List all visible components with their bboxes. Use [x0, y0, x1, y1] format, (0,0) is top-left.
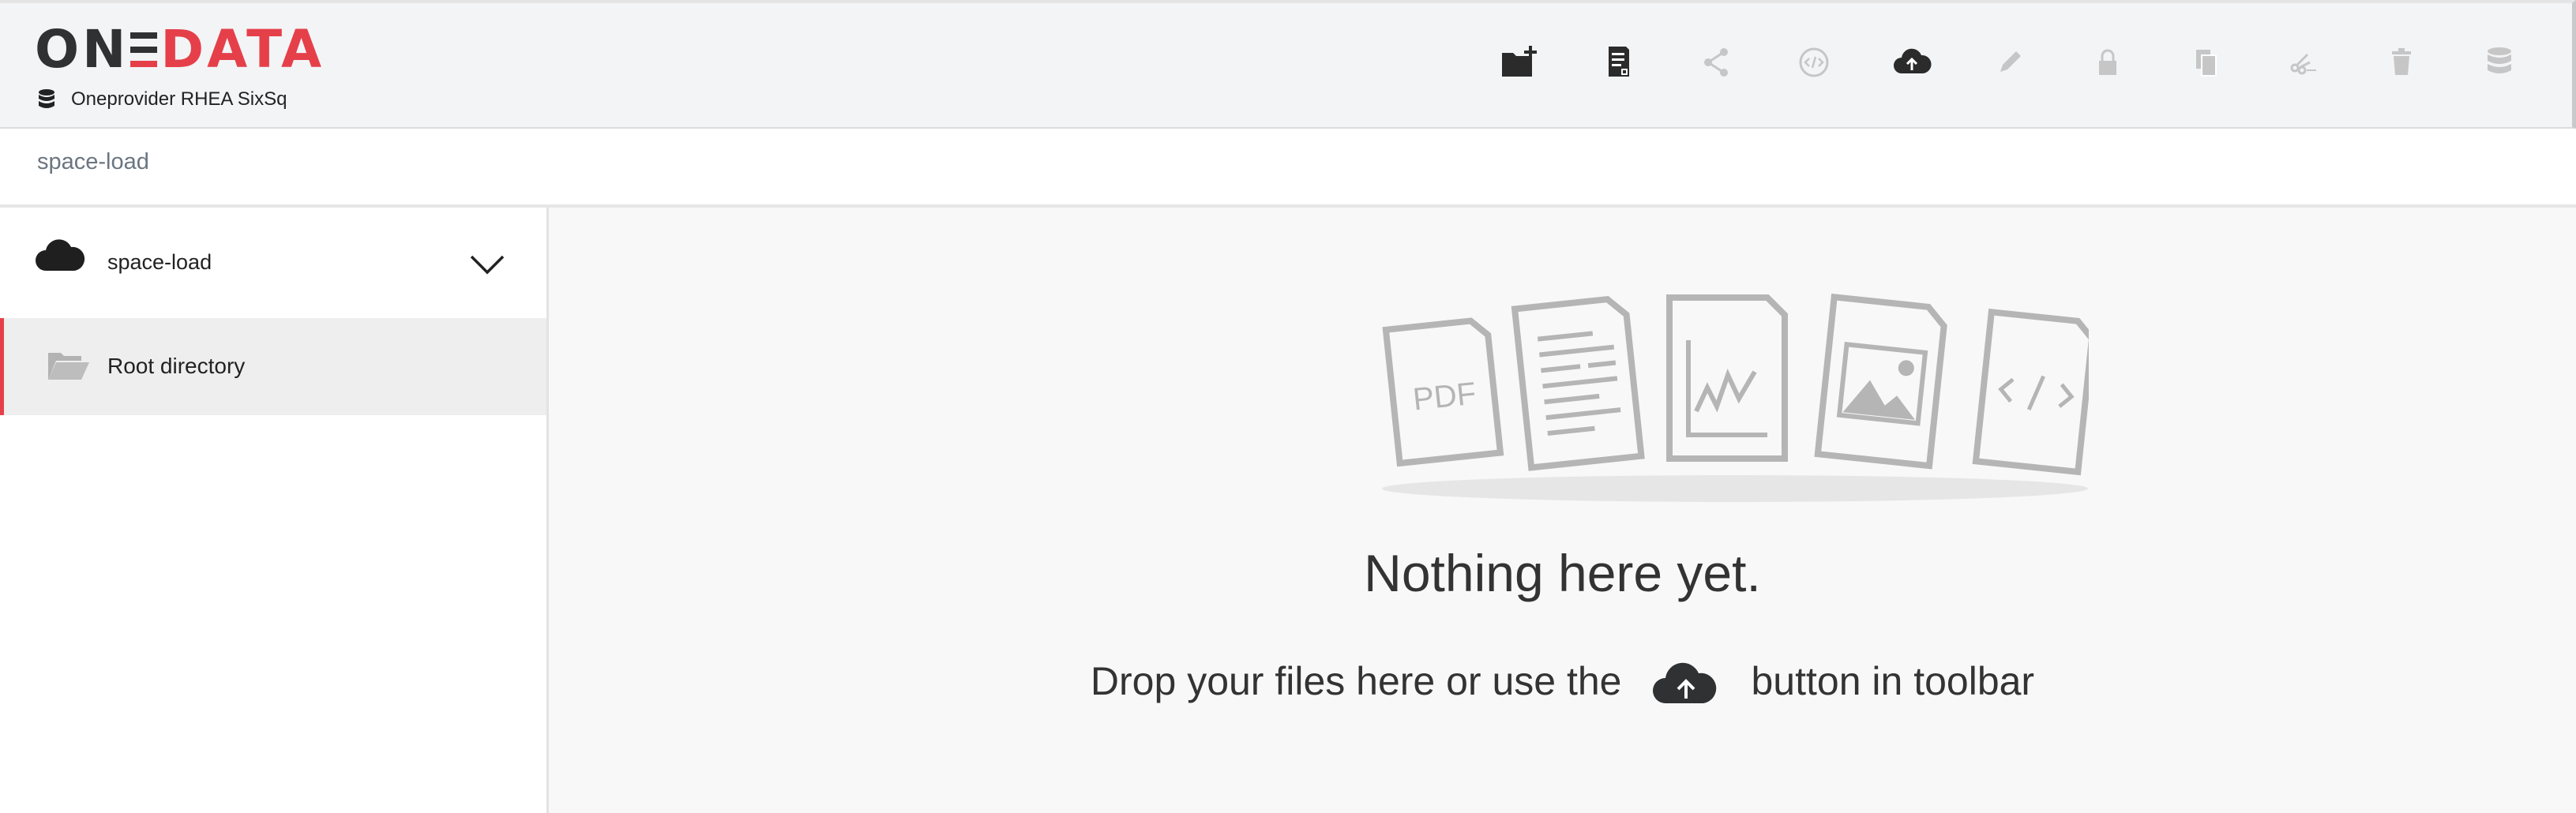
provider-name: Oneprovider RHEA SixSq [71, 88, 287, 110]
logo-part-data: DATA [160, 19, 325, 80]
upload-icon [1653, 662, 1717, 703]
file-browser-main[interactable]: PDF Nothing here yet. Drop your files he… [549, 208, 2576, 813]
logo-e-mark [130, 31, 158, 69]
empty-state-hint: Drop your files here or use the button i… [549, 656, 2576, 706]
copy-icon [2196, 50, 2217, 77]
new-directory-icon [1502, 46, 1537, 77]
database-icon [39, 89, 54, 108]
empty-hint-text-after: button in toolbar [1751, 659, 2035, 703]
new-directory-button[interactable] [1471, 36, 1569, 88]
logo-part-one: ON [35, 19, 130, 80]
rename-button[interactable] [1961, 36, 2059, 88]
chevron-down-icon[interactable] [469, 253, 505, 275]
rename-icon [2000, 51, 2021, 72]
sidebar-item-label: Root directory [107, 354, 246, 378]
onedata-logo[interactable]: ON DATA [35, 19, 325, 80]
breadcrumb-item-space[interactable]: space-load [37, 149, 149, 175]
database-icon [2488, 47, 2511, 73]
folder-open-icon [48, 353, 89, 380]
sidebar: space-load Root directory [0, 208, 549, 813]
metadata-icon [1799, 47, 1829, 77]
share-button[interactable] [1667, 36, 1765, 88]
space-name: space-load [107, 250, 212, 274]
data-distribution-button[interactable] [2450, 36, 2548, 88]
metadata-button[interactable] [1765, 36, 1863, 88]
pdf-label: PDF [1411, 376, 1478, 417]
cut-icon [2290, 53, 2316, 75]
upload-icon [1894, 48, 1932, 73]
copy-button[interactable] [2157, 36, 2255, 88]
empty-state-title: Nothing here yet. [1364, 544, 1761, 602]
file-toolbar [1471, 36, 2548, 88]
sidebar-item-root-directory[interactable]: Root directory [0, 318, 546, 415]
upload-button[interactable] [1863, 36, 1961, 88]
trash-icon [2392, 48, 2411, 75]
empty-files-illustration: PDF [1382, 293, 2089, 502]
permissions-icon [2099, 49, 2116, 75]
new-file-button[interactable] [1569, 36, 1667, 88]
empty-hint-text-before: Drop your files here or use the [1090, 659, 1622, 703]
cut-button[interactable] [2255, 36, 2353, 88]
delete-button[interactable] [2353, 36, 2450, 88]
provider-indicator[interactable]: Oneprovider RHEA SixSq [38, 88, 287, 111]
permissions-button[interactable] [2059, 36, 2157, 88]
space-selector[interactable]: space-load [0, 208, 546, 318]
cloud-icon [36, 239, 85, 271]
breadcrumb: space-load [0, 129, 2576, 208]
new-file-icon [1609, 47, 1629, 77]
top-bar: ON DATA Oneprovider RHEA SixSq [0, 0, 2576, 129]
share-icon [1704, 48, 1728, 77]
